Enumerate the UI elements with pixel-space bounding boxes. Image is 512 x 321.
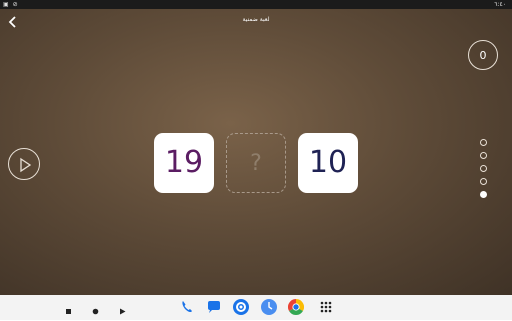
clock-icon[interactable] [261, 299, 277, 315]
system-nav-bar [0, 295, 512, 320]
status-time: ٦:٤٠ [494, 1, 506, 8]
settings-icon[interactable] [233, 299, 249, 315]
status-bar: ▣ ⊘ ٦:٤٠ [0, 0, 512, 9]
chrome-icon[interactable] [287, 299, 305, 316]
phone-icon[interactable] [179, 299, 195, 315]
play-button[interactable] [8, 148, 40, 180]
game-area: لعبة ضمنية 0 19 ? 10 [0, 9, 512, 295]
number-card-left[interactable]: 19 [154, 133, 214, 193]
stop-button[interactable] [63, 302, 74, 314]
app-grid-icon[interactable] [318, 299, 334, 315]
status-icons: ▣ ⊘ [3, 1, 19, 8]
progress-dot-active [480, 191, 487, 198]
play-icon [20, 157, 32, 173]
page-title: لعبة ضمنية [242, 16, 270, 23]
home-button[interactable] [90, 302, 101, 315]
progress-dot [480, 165, 487, 172]
answer-slot[interactable]: ? [226, 133, 286, 193]
progress-dot [480, 139, 487, 146]
messages-icon[interactable] [206, 299, 222, 315]
progress-dot [480, 178, 487, 185]
progress-dot [480, 152, 487, 159]
back-button[interactable] [117, 302, 128, 315]
number-card-right[interactable]: 10 [298, 133, 358, 193]
score-badge: 0 [468, 40, 498, 70]
progress-dots [480, 139, 488, 204]
